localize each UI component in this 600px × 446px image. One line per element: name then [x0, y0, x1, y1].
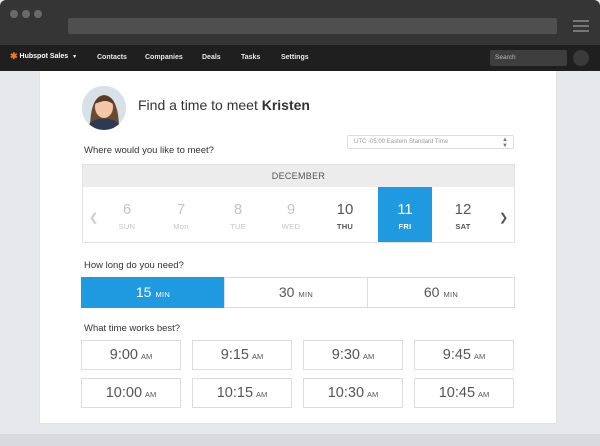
time-slot-1030[interactable]: 10:30 AM	[303, 378, 403, 408]
date-picker: DECEMBER ❮ 6 SUN 7 Mon 8 TUE 9 WED 10 THU 11 F…	[82, 164, 515, 243]
month-header: DECEMBER	[83, 165, 514, 187]
day-7: 7 Mon	[173, 201, 189, 231]
time-label: What time works best?	[84, 323, 181, 334]
duration-label: How long do you need?	[84, 260, 184, 271]
search-input[interactable]: Search	[490, 50, 567, 66]
time-slot-930[interactable]: 9:30 AM	[303, 340, 403, 370]
day-8: 8 TUE	[230, 201, 246, 231]
browser-chrome	[0, 0, 600, 45]
nav-contacts[interactable]: Contacts	[97, 54, 127, 61]
host-avatar	[82, 86, 126, 130]
bottom-edge	[0, 434, 600, 446]
title-prefix: Find a time to meet	[138, 97, 258, 113]
meeting-card: Find a time to meet Kristen UTC -05:00 E…	[40, 71, 556, 423]
nav-deals[interactable]: Deals	[202, 54, 221, 61]
day-12[interactable]: 12 SAT	[436, 187, 490, 242]
hubspot-logo-icon: ✱	[10, 51, 18, 61]
address-bar[interactable]	[68, 18, 557, 34]
time-slot-1015[interactable]: 10:15 AM	[192, 378, 292, 408]
brand-menu[interactable]: ✱ Hubspot Sales ▼	[10, 51, 78, 61]
nav-companies[interactable]: Companies	[145, 54, 183, 61]
user-avatar[interactable]	[573, 50, 589, 66]
nav-tasks[interactable]: Tasks	[241, 54, 260, 61]
time-slot-945[interactable]: 9:45 AM	[414, 340, 514, 370]
timezone-value: UTC -05:00 Eastern Standard Time	[354, 139, 449, 145]
menu-icon[interactable]	[573, 20, 589, 32]
where-label: Where would you like to meet?	[84, 145, 214, 156]
day-10[interactable]: 10 THU	[318, 187, 372, 242]
time-slot-1000[interactable]: 10:00 AM	[81, 378, 181, 408]
select-arrows-icon: ▲ ▼	[502, 137, 508, 149]
timezone-select[interactable]: UTC -05:00 Eastern Standard Time ▲ ▼	[347, 135, 514, 149]
time-slot-1045[interactable]: 10:45 AM	[414, 378, 514, 408]
day-6: 6 SUN	[118, 201, 136, 231]
prev-week-icon[interactable]: ❮	[89, 211, 98, 224]
next-week-icon[interactable]: ❯	[499, 211, 508, 224]
nav-settings[interactable]: Settings	[281, 54, 309, 61]
top-navbar: ✱ Hubspot Sales ▼ Contacts Companies Dea…	[0, 45, 600, 71]
day-11-selected[interactable]: 11 FRI	[378, 187, 432, 242]
duration-15-button[interactable]: 15 MIN	[81, 277, 225, 308]
time-slot-915[interactable]: 9:15 AM	[192, 340, 292, 370]
brand-label: Hubspot Sales	[19, 53, 69, 60]
caret-down-icon: ▼	[72, 53, 78, 60]
time-slot-900[interactable]: 9:00 AM	[81, 340, 181, 370]
duration-60-button[interactable]: 60 MIN	[367, 277, 515, 308]
window-dot-maximize[interactable]	[34, 10, 42, 18]
window-dot-close[interactable]	[10, 10, 18, 18]
duration-30-button[interactable]: 30 MIN	[224, 277, 368, 308]
day-9: 9 WED	[281, 201, 301, 231]
page-title: Find a time to meet Kristen	[138, 97, 310, 113]
host-name: Kristen	[261, 97, 310, 113]
window-dot-minimize[interactable]	[22, 10, 30, 18]
